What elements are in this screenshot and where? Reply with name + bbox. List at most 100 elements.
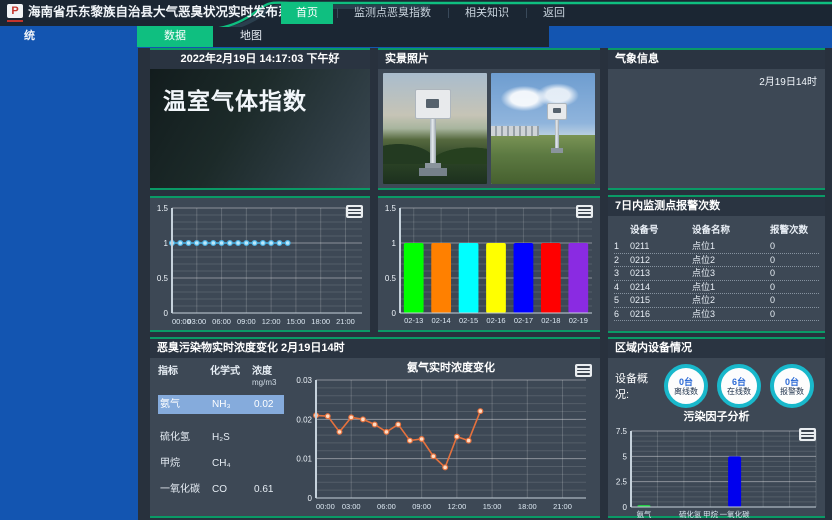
svg-text:0.02: 0.02 [296, 415, 312, 424]
nav-monitor-odor-index[interactable]: 监测点恶臭指数 [337, 0, 448, 26]
nav-home[interactable]: 首页 [281, 2, 333, 24]
weather-timestamp: 2月19日14时 [759, 73, 817, 88]
svg-text:02-17: 02-17 [514, 316, 533, 325]
daily-index-bar-chart[interactable]: 00.511.502-1302-1402-1502-1602-1702-1802… [378, 198, 598, 329]
svg-text:一氧化碳: 一氧化碳 [720, 509, 750, 519]
stat-offline-count: 0台离线数 [664, 364, 708, 408]
odor-indicator-row[interactable]: 甲烷CH₄ [158, 454, 284, 473]
chart-menu-icon[interactable] [575, 364, 592, 377]
factor-analysis-title: 污染因子分析 [608, 411, 825, 425]
svg-text:18:00: 18:00 [518, 502, 537, 511]
main-content: 2022年2月19日 14:17:03 下午好 温室气体指数 实景照片 [138, 48, 832, 520]
svg-text:15:00: 15:00 [287, 317, 306, 326]
svg-text:02-18: 02-18 [541, 316, 560, 325]
svg-text:2.5: 2.5 [616, 478, 628, 487]
odor-indicator-row[interactable]: 硫化氢H₂S [158, 428, 284, 447]
weather-body: 2月19日14时 [608, 69, 825, 188]
photo2-clouds [499, 82, 582, 115]
nav-knowledge[interactable]: 相关知识 [448, 0, 526, 26]
site-photo-2[interactable] [491, 73, 595, 184]
odor-col-formula: 化学式 [210, 366, 252, 388]
panel-site-photos: 实景照片 [378, 48, 600, 190]
svg-text:0.5: 0.5 [157, 274, 169, 283]
photo1-monitor-station [413, 89, 453, 176]
alarms-panel-title: 7日内监测点报警次数 [608, 197, 825, 216]
svg-text:02-15: 02-15 [459, 316, 478, 325]
svg-text:00:00: 00:00 [316, 502, 335, 511]
panel-weather-info: 气象信息 2月19日14时 [608, 48, 825, 190]
site-photo-1[interactable] [383, 73, 487, 184]
nav-back[interactable]: 返回 [526, 0, 582, 26]
app-title-wrap: 统 [24, 26, 35, 47]
device-overview-row: 设备概况: 0台离线数6台在线数0台报警数 [608, 358, 825, 411]
svg-text:03:00: 03:00 [187, 317, 206, 326]
svg-text:18:00: 18:00 [311, 317, 330, 326]
odor-indicator-row[interactable]: 一氧化碳CO0.61 [158, 480, 284, 499]
greenhouse-body: 温室气体指数 [150, 69, 370, 188]
alarm-table: 设备号设备名称报警次数10211点位1020212点位2030213点位3040… [608, 216, 825, 321]
svg-text:氨气实时浓度变化: 氨气实时浓度变化 [407, 360, 495, 374]
svg-text:氨气: 氨气 [636, 509, 651, 519]
svg-text:甲烷: 甲烷 [703, 509, 718, 519]
tab-strip: 统 数据地图 [0, 26, 832, 47]
app-logo-accent [7, 20, 23, 22]
panel-region-devices: 区域内设备情况 设备概况: 0台离线数6台在线数0台报警数 污染因子分析 0 2.… [608, 337, 825, 518]
chart-menu-icon[interactable] [799, 428, 816, 441]
devices-panel-title: 区域内设备情况 [608, 339, 825, 358]
alarm-table-row: 50215点位20 [614, 294, 819, 308]
chart-menu-icon[interactable] [346, 205, 363, 218]
svg-text:06:00: 06:00 [377, 502, 396, 511]
point-trend-chart-body: 00.511.500:0003:0006:0009:0012:0015:0018… [150, 198, 370, 330]
app-title: 海南省乐东黎族自治县大气恶臭状况实时发布系 [28, 0, 291, 25]
svg-text:1.5: 1.5 [157, 204, 169, 213]
svg-text:02-19: 02-19 [569, 316, 588, 325]
photo2-fence [491, 126, 539, 136]
svg-text:1.5: 1.5 [385, 204, 397, 213]
svg-text:0.5: 0.5 [385, 274, 397, 283]
tab-data[interactable]: 数据 [137, 26, 213, 47]
svg-text:硫化氢: 硫化氢 [679, 509, 702, 519]
odor-indicator-row[interactable]: 氨气NH₃0.02 [158, 395, 284, 414]
odor-panel-title: 恶臭污染物实时浓度变化 2月19日14时 [150, 339, 600, 358]
svg-text:0.01: 0.01 [296, 455, 312, 464]
pollution-factor-chart[interactable]: 02.557.5氨气硫化氢甲烷一氧化碳 [611, 425, 822, 519]
stat-alarm-count: 0台报警数 [770, 364, 814, 408]
svg-text:1: 1 [392, 239, 397, 248]
svg-text:0: 0 [164, 309, 169, 318]
chart-menu-icon[interactable] [576, 205, 593, 218]
odor-table-header: 指标 化学式 浓度 mg/m3 [158, 366, 284, 388]
svg-text:7.5: 7.5 [616, 427, 628, 436]
app-header: P 海南省乐东黎族自治县大气恶臭状况实时发布系 首页监测点恶臭指数相关知识返回 [0, 0, 832, 26]
svg-text:0: 0 [308, 494, 313, 503]
photo2-field [491, 135, 595, 184]
photos-panel-title: 实景照片 [378, 50, 600, 69]
odor-indicator-table: 指标 化学式 浓度 mg/m3 氨气NH₃0.02 硫化氢H₂S 甲烷CH₄ 一氧化碳… [150, 358, 286, 516]
stat-online-count: 6台在线数 [717, 364, 761, 408]
panel-odor-concentration: 恶臭污染物实时浓度变化 2月19日14时 指标 化学式 浓度 mg/m3 氨气N… [150, 337, 600, 518]
weather-panel-title: 气象信息 [608, 50, 825, 69]
svg-text:15:00: 15:00 [483, 502, 502, 511]
app-logo-icon: P [7, 4, 23, 18]
svg-text:02-13: 02-13 [404, 316, 423, 325]
alarm-table-header: 设备号设备名称报警次数 [614, 224, 819, 240]
daily-bars-chart-body: 00.511.502-1302-1402-1502-1602-1702-1802… [378, 198, 600, 330]
odor-body: 指标 化学式 浓度 mg/m3 氨气NH₃0.02 硫化氢H₂S 甲烷CH₄ 一氧化碳… [150, 358, 600, 516]
photos-body [378, 69, 600, 188]
svg-text:02-14: 02-14 [432, 316, 451, 325]
svg-text:1: 1 [164, 239, 169, 248]
svg-text:02-16: 02-16 [486, 316, 505, 325]
svg-text:21:00: 21:00 [553, 502, 572, 511]
nh3-trend-chart-area: 00.010.020.0300:0003:0006:0009:0012:0015… [286, 358, 600, 516]
tab-map[interactable]: 地图 [213, 26, 289, 47]
alarm-table-row: 10211点位10 [614, 240, 819, 254]
panel-point-index-trend: 00.511.500:0003:0006:0009:0012:0015:0018… [150, 196, 370, 332]
nh3-trend-chart[interactable]: 00.010.020.0300:0003:0006:0009:0012:0015… [286, 358, 596, 514]
photo2-monitor-station [546, 103, 568, 153]
device-overview-label: 设备概况: [615, 370, 657, 402]
datetime-header: 2022年2月19日 14:17:03 下午好 [150, 50, 370, 69]
svg-text:0: 0 [623, 503, 628, 512]
top-nav: 首页监测点恶臭指数相关知识返回 [281, 0, 582, 26]
svg-text:12:00: 12:00 [447, 502, 466, 511]
point-index-trend-chart[interactable]: 00.511.500:0003:0006:0009:0012:0015:0018… [150, 198, 368, 329]
alarm-table-row: 30213点位30 [614, 267, 819, 281]
